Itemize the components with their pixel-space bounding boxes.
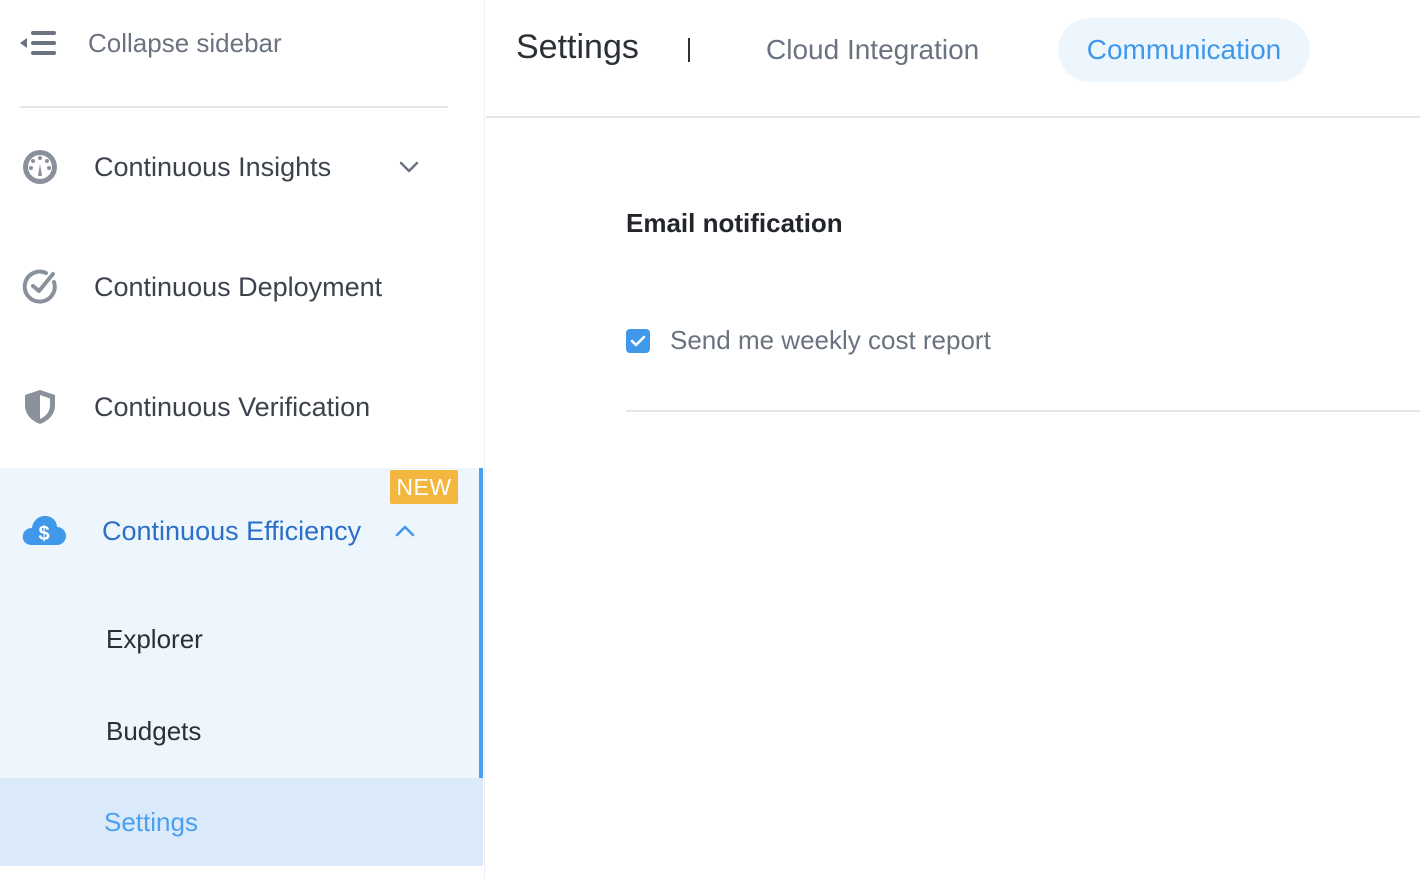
collapse-sidebar-label: Collapse sidebar <box>88 27 282 58</box>
page-title: Settings <box>516 28 639 66</box>
sidebar-item-continuous-verification[interactable]: Continuous Verification <box>0 367 485 447</box>
sidebar: Collapse sidebar Continuous Insights Con… <box>0 0 485 878</box>
sidebar-item-label: Continuous Verification <box>94 391 371 422</box>
collapse-sidebar-icon <box>20 28 58 58</box>
page-header: Settings Cloud Integration Communication <box>486 0 1420 118</box>
sidebar-item-label: Continuous Insights <box>94 151 332 182</box>
sidebar-divider <box>20 106 448 108</box>
sidebar-item-continuous-insights[interactable]: Continuous Insights <box>0 127 485 207</box>
svg-text:$: $ <box>38 523 49 545</box>
content-divider <box>626 410 1420 412</box>
sidebar-item-label: Continuous Efficiency <box>102 515 362 546</box>
sidebar-item-continuous-deployment[interactable]: Continuous Deployment <box>0 247 485 327</box>
title-separator <box>688 38 690 62</box>
weekly-cost-report-label[interactable]: Send me weekly cost report <box>670 325 991 356</box>
collapse-sidebar-button[interactable]: Collapse sidebar <box>20 22 282 64</box>
deployment-check-icon <box>20 267 60 307</box>
tab-cloud-integration[interactable]: Cloud Integration <box>766 18 979 82</box>
sidebar-subitem-budgets[interactable]: Budgets <box>0 687 483 775</box>
sidebar-item-continuous-efficiency[interactable]: $ Continuous Efficiency <box>0 491 485 571</box>
tab-communication[interactable]: Communication <box>1058 18 1310 82</box>
sidebar-subitem-settings[interactable]: Settings <box>0 778 483 866</box>
chevron-down-icon[interactable] <box>396 154 422 180</box>
checkmark-icon <box>630 335 646 347</box>
weekly-cost-report-checkbox[interactable] <box>626 329 650 353</box>
sidebar-item-label: Continuous Deployment <box>94 271 383 302</box>
sidebar-subitem-explorer[interactable]: Explorer <box>0 595 483 683</box>
sidebar-subitem-label: Budgets <box>106 715 202 746</box>
dashboard-gauge-icon <box>20 147 60 187</box>
section-title: Email notification <box>626 208 843 238</box>
shield-icon <box>20 387 60 427</box>
sidebar-subitem-label: Explorer <box>106 623 203 654</box>
sidebar-subitem-label: Settings <box>104 806 198 837</box>
chevron-up-icon[interactable] <box>392 518 418 544</box>
cloud-dollar-icon: $ <box>20 511 68 551</box>
